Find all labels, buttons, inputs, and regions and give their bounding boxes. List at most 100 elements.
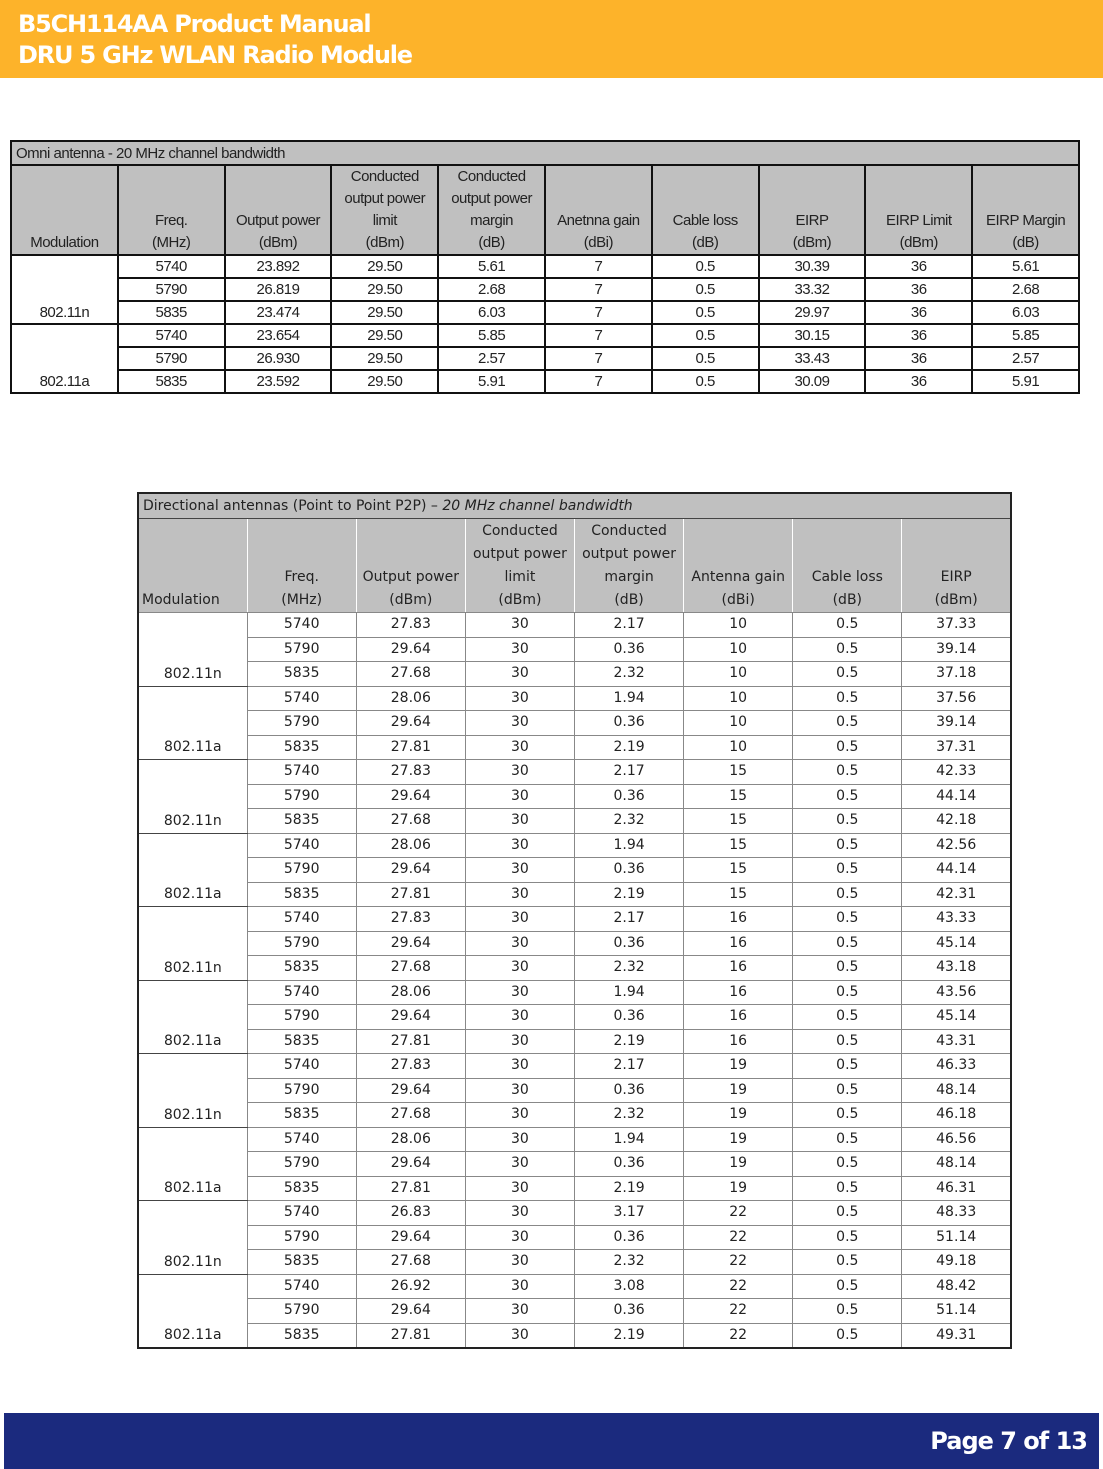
table-cell: 0.5	[650, 369, 760, 394]
table-cell: 27.81	[355, 734, 466, 760]
table-cell: 0.36	[573, 1224, 685, 1250]
table-cell: 0.5	[792, 1004, 903, 1030]
modulation-cell: 802.11n	[137, 759, 248, 834]
table-cell: 7	[543, 346, 653, 371]
table-cell: 15	[683, 808, 794, 834]
table-cell: 5790	[116, 277, 226, 302]
table-cell: 1.94	[573, 685, 685, 711]
table-cell: 15	[683, 881, 794, 907]
table-cell: 30	[464, 1053, 576, 1079]
table-cell: 26.83	[355, 1200, 466, 1226]
column-header: Anetnna gain (dBi)	[543, 164, 653, 256]
table-cell: 42.31	[901, 881, 1012, 907]
table-cell: 28.06	[355, 685, 466, 711]
table-cell: 37.33	[901, 612, 1012, 638]
modulation-cell: 802.11a	[137, 685, 248, 760]
table-cell: 0.5	[792, 1322, 903, 1349]
table-cell: 30	[464, 759, 576, 785]
column-header: Conducted output power margin (dB)	[573, 518, 685, 613]
table-cell: 5835	[246, 661, 357, 687]
table-cell: 0.36	[573, 1077, 685, 1103]
table-cell: 5.85	[437, 323, 546, 348]
table-cell: 2.68	[971, 277, 1080, 302]
table-cell: 22	[683, 1249, 794, 1275]
table-cell: 39.14	[901, 636, 1012, 662]
table-cell: 5740	[246, 1053, 357, 1079]
table-cell: 0.5	[792, 1249, 903, 1275]
table-row: 5790 29.64 30 0.36 19 0.5 48.14	[138, 1151, 1012, 1177]
table-row: 5835 27.68 30 2.32 16 0.5 43.18	[138, 955, 1012, 981]
table-cell: 0.5	[792, 955, 903, 981]
title-text: Directional antennas (Point to Point P2P…	[143, 497, 443, 514]
column-header-line: (dBm)	[258, 234, 298, 251]
column-header: EIRP (dBm)	[901, 518, 1012, 613]
page-footer: Page 7 of 13	[4, 1413, 1099, 1469]
table-cell: 2.17	[573, 1053, 685, 1079]
column-header-line: Modulation	[30, 234, 99, 251]
table-cell: 44.14	[901, 857, 1012, 883]
table-cell: 48.14	[901, 1077, 1012, 1103]
page-number: Page 7 of 13	[930, 1427, 1088, 1455]
column-header-line: (dBm)	[365, 234, 405, 251]
table-cell: 0.36	[573, 930, 685, 956]
table-cell: 5835	[246, 1028, 357, 1054]
table-cell: 5790	[246, 783, 357, 809]
table-cell: 0.5	[650, 300, 760, 325]
table-cell: 0.5	[792, 685, 903, 711]
table-cell: 30	[464, 1028, 576, 1054]
column-header-line: (dB)	[692, 234, 719, 251]
table-row: 802.11a 5740 26.92 30 3.08 22 0.5 48.42	[137, 1273, 1012, 1349]
column-header: Output power (dBm)	[355, 518, 466, 613]
table-cell: 29.64	[355, 1004, 466, 1030]
table-row: 802.11n 5740 27.83 30 2.17 16 0.5 43.33	[137, 906, 1012, 981]
table-cell: 0.5	[792, 710, 903, 736]
table-cell: 30	[464, 1004, 576, 1030]
column-header-line: output power	[472, 546, 567, 562]
table-row: 5790 26.819 29.50 2.68 7 0.5 33.32 36 2.68	[11, 277, 1080, 302]
table-cell: 48.42	[901, 1273, 1012, 1299]
table-cell: 0.5	[792, 1273, 903, 1299]
table-row: 5790 29.64 30 0.36 22 0.5 51.14	[138, 1298, 1012, 1324]
table-row: 5835 27.81 30 2.19 22 0.5 49.31	[138, 1322, 1012, 1349]
table-cell: 1.94	[573, 979, 685, 1005]
table-title: Directional antennas (Point to Point P2P…	[137, 492, 1012, 519]
modulation-cell: 802.11a	[10, 323, 119, 394]
table-cell: 27.68	[355, 808, 466, 834]
table-cell: 7	[543, 300, 653, 325]
column-header-line: Anetnna gain	[557, 212, 640, 229]
table-row: 802.11a 5740 23.654 29.50 5.85 7 0.5 30.15 36 5.8…	[10, 323, 1080, 394]
table-cell: 1.94	[573, 1126, 685, 1152]
table-cell: 5835	[246, 808, 357, 834]
table-cell: 46.31	[901, 1175, 1012, 1201]
table-cell: 28.06	[355, 1126, 466, 1152]
table-cell: 51.14	[901, 1224, 1012, 1250]
table-cell: 29.64	[355, 1151, 466, 1177]
table-row: 802.11n 5740 23.892 29.50 5.61 7 0.5 30.39 36 5.6…	[10, 254, 1080, 325]
table-cell: 0.5	[650, 277, 760, 302]
table-cell: 27.81	[355, 1175, 466, 1201]
table-cell: 27.81	[355, 1322, 466, 1349]
column-header-line: (dB)	[614, 592, 644, 608]
column-header-line: Output power	[362, 569, 459, 585]
table-cell: 0.5	[792, 930, 903, 956]
column-header: Freq. (MHz)	[116, 164, 226, 256]
table-cell: 0.5	[650, 346, 760, 371]
column-header-line: (dB)	[1012, 234, 1039, 251]
table-cell: 0.5	[792, 1028, 903, 1054]
table-cell: 30	[464, 1151, 576, 1177]
table-cell: 48.14	[901, 1151, 1012, 1177]
table-cell: 0.5	[792, 1077, 903, 1103]
table-cell: 27.68	[355, 1102, 466, 1128]
column-header-line: Conducted	[482, 523, 558, 539]
table-cell: 22	[683, 1273, 794, 1299]
table-cell: 2.32	[573, 661, 685, 687]
table-cell: 5790	[246, 1298, 357, 1324]
table-cell: 5790	[246, 857, 357, 883]
table-row: 5835 27.81 30 2.19 10 0.5 37.31	[138, 734, 1012, 760]
table-cell: 2.19	[573, 1028, 685, 1054]
table-cell: 5790	[246, 1151, 357, 1177]
table-cell: 30	[464, 832, 576, 858]
table-cell: 5835	[246, 734, 357, 760]
table-cell: 37.31	[901, 734, 1012, 760]
table-cell: 29.64	[355, 783, 466, 809]
